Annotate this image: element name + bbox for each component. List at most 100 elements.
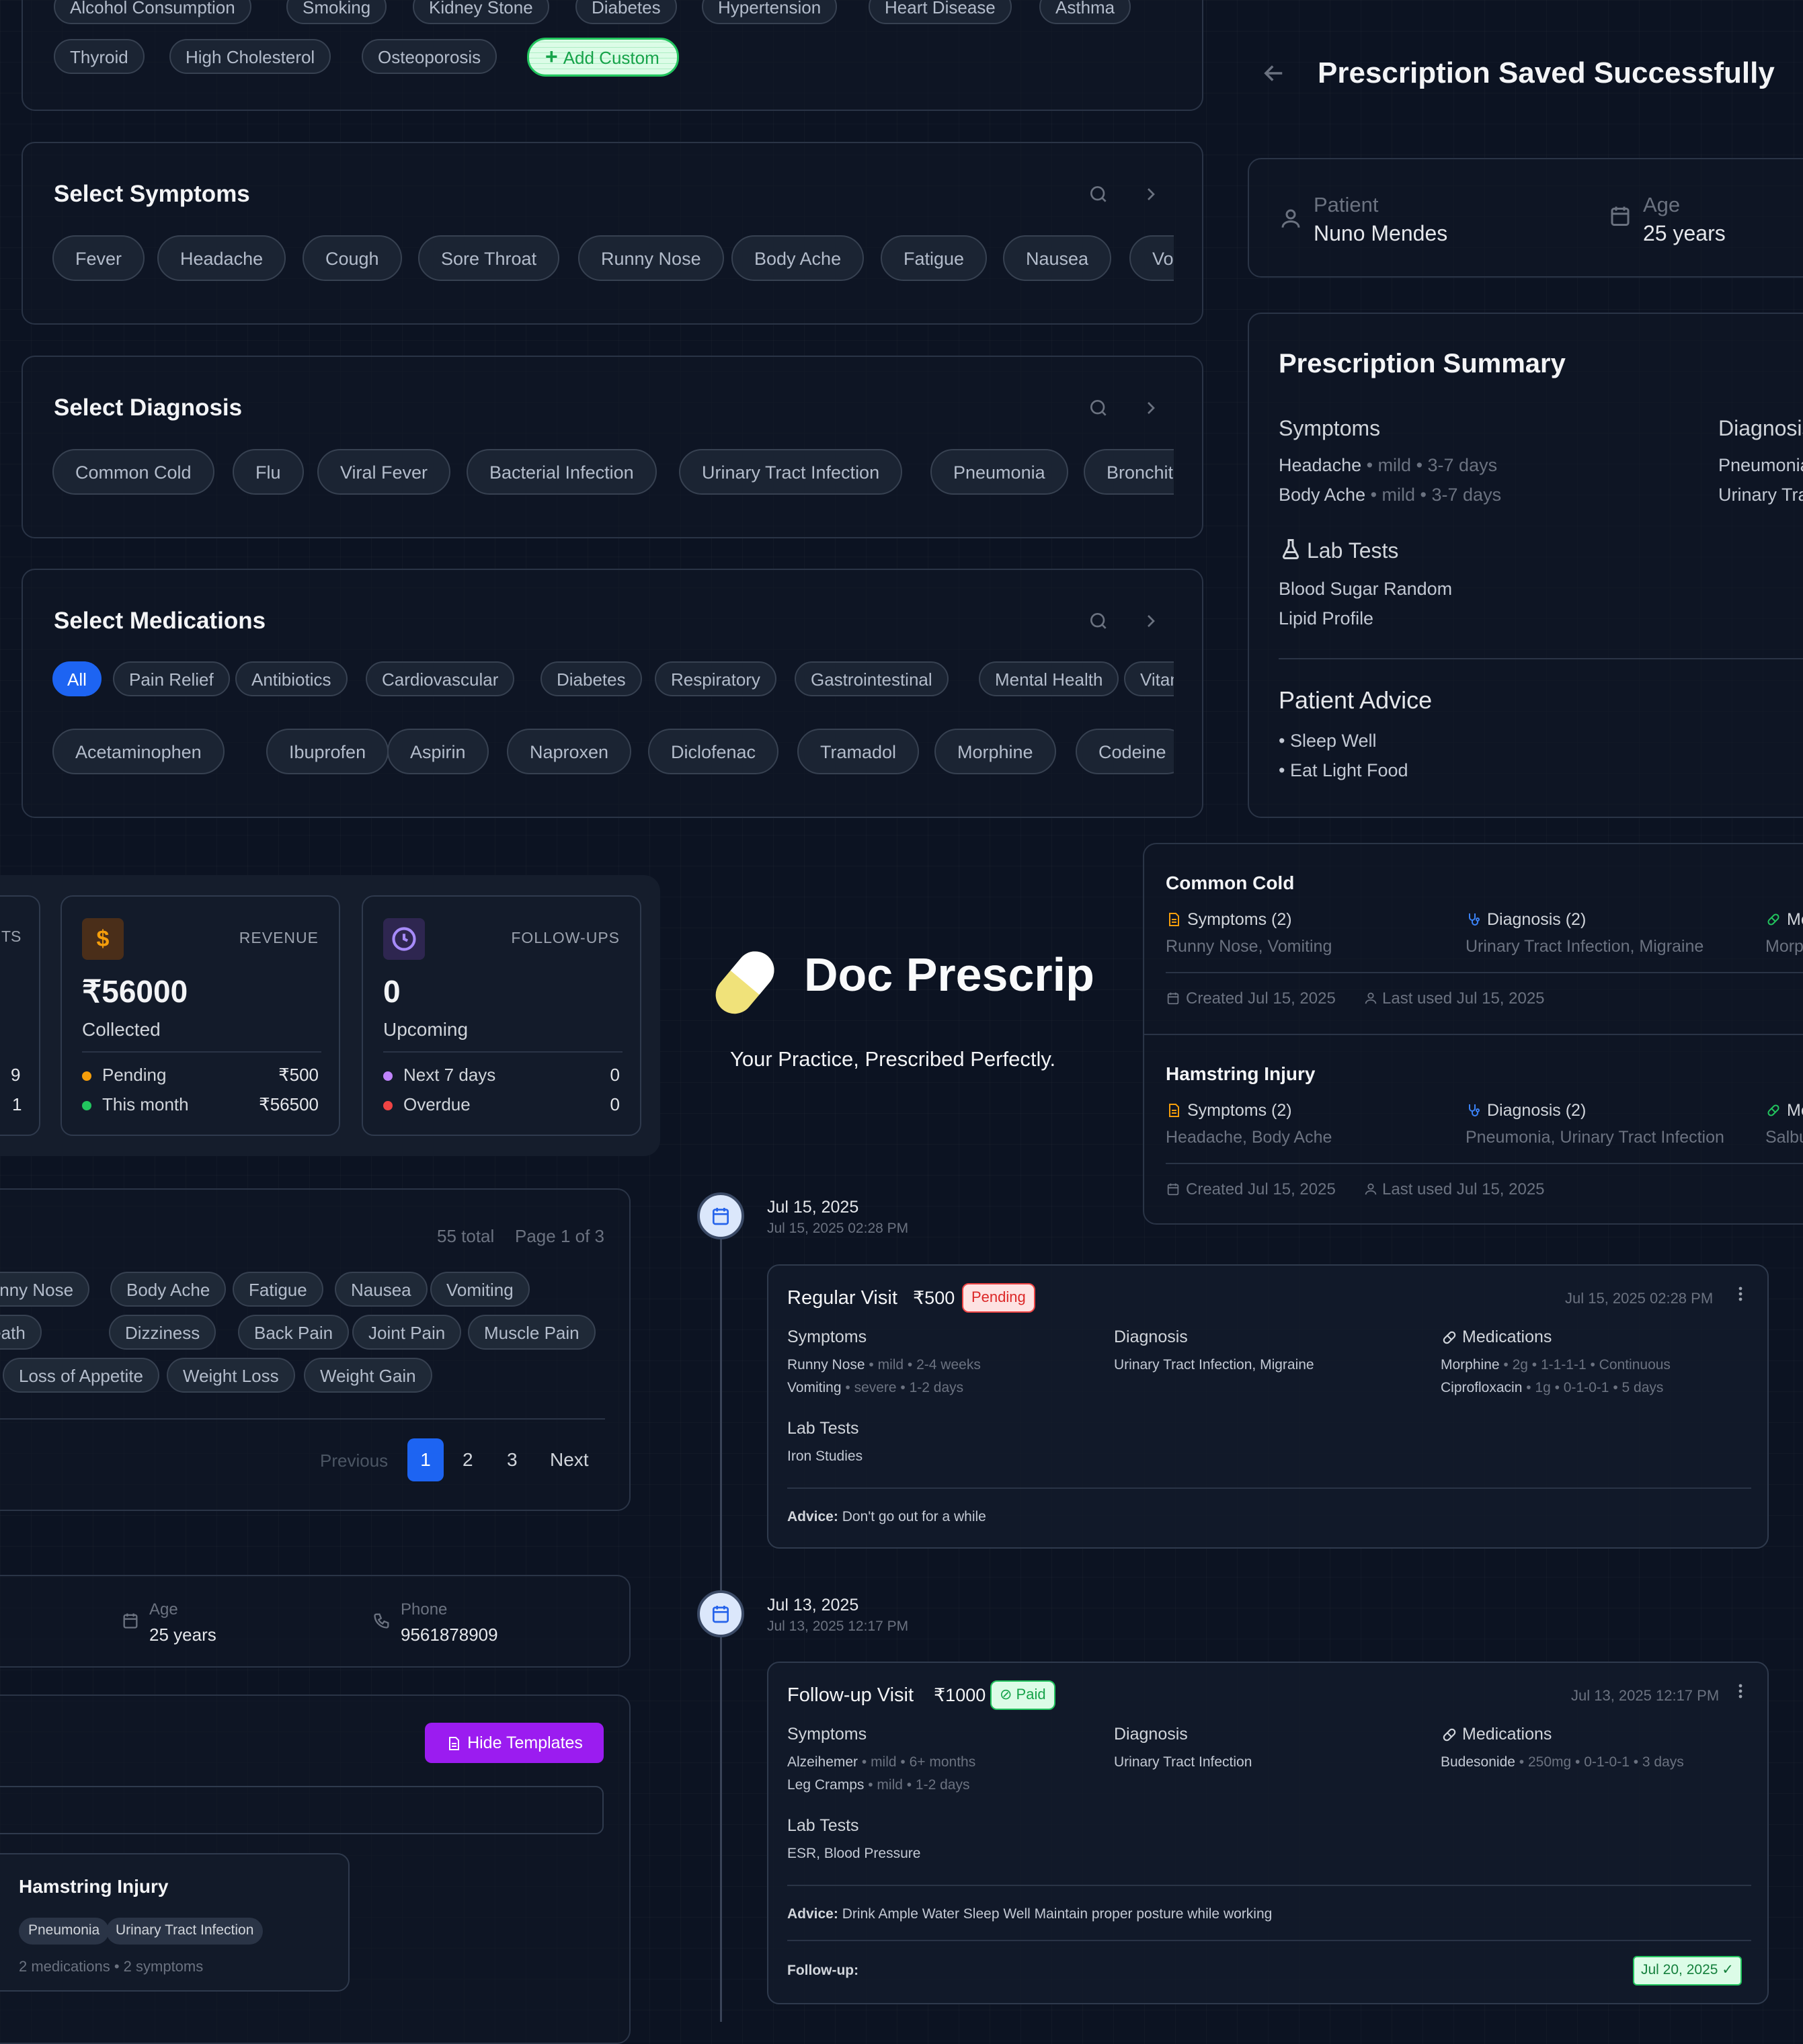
total-count: 55 total xyxy=(437,1226,495,1246)
medication-chip[interactable]: Morphine xyxy=(934,729,1056,774)
symptom-tag[interactable]: Back Pain xyxy=(238,1315,350,1350)
diagnosis-chip-row: Common Cold Flu Viral Fever Bacterial In… xyxy=(52,449,1174,497)
search-icon[interactable] xyxy=(1088,610,1109,632)
symptom-chip[interactable]: Fatigue xyxy=(881,235,988,281)
category-tab[interactable]: Vitamins xyxy=(1124,661,1174,696)
symptom-tag[interactable]: Muscle Pain xyxy=(468,1315,596,1350)
template-card[interactable]: Hamstring Injury Pneumonia Urinary Tract… xyxy=(0,1853,350,1992)
pager-next[interactable]: Next xyxy=(550,1449,589,1471)
symptom-tag[interactable]: Shortness of Breath xyxy=(0,1315,42,1350)
more-vertical-icon[interactable] xyxy=(1732,1682,1749,1701)
visit-lab-head: Lab Tests xyxy=(787,1419,859,1438)
symptom-tag[interactable]: Weight Gain xyxy=(304,1358,432,1393)
symptom-chip[interactable]: Nausea xyxy=(1003,235,1112,281)
patient-name: Nuno Mendes xyxy=(1314,221,1448,245)
category-tab[interactable]: Diabetes xyxy=(540,661,642,696)
add-custom-button[interactable]: + Add Custom xyxy=(527,38,679,77)
category-tab[interactable]: Gastrointestinal xyxy=(795,661,949,696)
diagnosis-chip[interactable]: Common Cold xyxy=(52,449,214,495)
pager-previous[interactable]: Previous xyxy=(320,1450,388,1471)
symptom-chip[interactable]: Runny Nose xyxy=(578,235,724,281)
template-search-input[interactable] xyxy=(0,1786,604,1834)
revenue-value: ₹56000 xyxy=(82,974,188,1009)
pager-page-2[interactable]: 2 xyxy=(463,1449,473,1471)
category-tab[interactable]: Cardiovascular xyxy=(366,661,515,696)
back-arrow-icon[interactable] xyxy=(1260,59,1288,87)
history-chip[interactable]: Heart Disease xyxy=(869,0,1012,24)
summary-diagnosis: Pneumonia xyxy=(1718,455,1803,475)
medication-chip[interactable]: Diclofenac xyxy=(648,729,779,774)
symptom-tag[interactable]: Nausea xyxy=(335,1272,428,1307)
flask-icon xyxy=(1279,537,1303,561)
symptom-tag[interactable]: Body Ache xyxy=(110,1272,227,1307)
revenue-label: REVENUE xyxy=(239,929,319,946)
category-tab[interactable]: Pain Relief xyxy=(113,661,230,696)
search-icon[interactable] xyxy=(1088,183,1109,205)
diagnosis-chip[interactable]: Flu xyxy=(233,449,304,495)
category-tab[interactable]: Mental Health xyxy=(979,661,1119,696)
next7-row: Next 7 days xyxy=(383,1065,495,1086)
chevron-right-icon[interactable] xyxy=(1140,397,1162,419)
chevron-right-icon[interactable] xyxy=(1140,610,1162,632)
pill-icon xyxy=(1765,1102,1781,1118)
search-icon[interactable] xyxy=(1088,397,1109,419)
chevron-right-icon[interactable] xyxy=(1140,183,1162,205)
medication-chip[interactable]: Tramadol xyxy=(797,729,920,774)
history-chip[interactable]: Hypertension xyxy=(702,0,838,24)
pager-page-1[interactable]: 1 xyxy=(407,1438,444,1481)
category-tab[interactable]: Antibiotics xyxy=(235,661,348,696)
history-chip[interactable]: High Cholesterol xyxy=(169,39,331,74)
diagnosis-chip[interactable]: Pneumonia xyxy=(930,449,1068,495)
visit-diagnosis: Urinary Tract Infection, Migraine xyxy=(1114,1357,1314,1373)
pill-icon xyxy=(1765,911,1781,928)
visit-amount: ₹500 xyxy=(913,1288,955,1308)
history-chip[interactable]: Diabetes xyxy=(575,0,677,24)
document-icon xyxy=(446,1735,462,1752)
revenue-sub: Collected xyxy=(82,1019,161,1040)
more-vertical-icon[interactable] xyxy=(1732,1284,1749,1303)
symptom-chip[interactable]: Fever xyxy=(52,235,145,281)
medication-chip[interactable]: Naproxen xyxy=(507,729,632,774)
symptom-tag[interactable]: Loss of Appetite xyxy=(3,1358,160,1393)
symptom-tag[interactable]: Vomiting xyxy=(430,1272,530,1307)
history-chip[interactable]: Alcohol Consumption xyxy=(54,0,251,24)
diagnosis-chip[interactable]: Bronchitis xyxy=(1084,449,1174,495)
symptom-chip-row: Fever Headache Cough Sore Throat Runny N… xyxy=(52,235,1174,284)
symptom-tag[interactable]: Weight Loss xyxy=(167,1358,295,1393)
symptom-tag[interactable]: Joint Pain xyxy=(352,1315,462,1350)
symptom-tag[interactable]: Dizziness xyxy=(109,1315,216,1350)
history-chip[interactable]: Thyroid xyxy=(54,39,145,74)
symptom-chip[interactable]: Headache xyxy=(157,235,286,281)
month-row: This month xyxy=(82,1094,189,1115)
medication-chip[interactable]: Aspirin xyxy=(387,729,489,774)
medication-chip[interactable]: Codeine xyxy=(1076,729,1174,774)
history-chip[interactable]: Asthma xyxy=(1039,0,1131,24)
medication-chip[interactable]: Acetaminophen xyxy=(52,729,225,774)
pager-page-3[interactable]: 3 xyxy=(507,1449,518,1471)
symptom-tag[interactable]: Runny Nose xyxy=(0,1272,90,1307)
overdue-row: Overdue xyxy=(383,1094,471,1115)
diagnosis-chip[interactable]: Bacterial Infection xyxy=(467,449,657,495)
symptom-chip[interactable]: Cough xyxy=(303,235,402,281)
symptom-chip[interactable]: Body Ache xyxy=(731,235,865,281)
visit-timestamp: Jul 15, 2025 02:28 PM xyxy=(1565,1290,1714,1307)
medication-chip[interactable]: Ibuprofen xyxy=(266,729,389,774)
symptom-chip[interactable]: Vo xyxy=(1129,235,1174,281)
hide-templates-button[interactable]: Hide Templates xyxy=(425,1723,604,1763)
divider xyxy=(383,1051,623,1053)
prescription-summary: Prescription Summary Symptoms Headache •… xyxy=(1248,313,1803,818)
template-diagnosis-head: Diagnosis (2) xyxy=(1487,910,1587,929)
symptom-chip[interactable]: Sore Throat xyxy=(418,235,560,281)
stat-value: 1 xyxy=(12,1094,22,1114)
overdue-value: 0 xyxy=(610,1094,620,1114)
category-tab-all[interactable]: All xyxy=(52,661,102,696)
history-chip[interactable]: Kidney Stone xyxy=(413,0,549,24)
diagnosis-chip[interactable]: Urinary Tract Infection xyxy=(679,449,903,495)
visit-med: Ciprofloxacin • 1g • 0-1-0-1 • 5 days xyxy=(1441,1380,1664,1395)
diagnosis-chip[interactable]: Viral Fever xyxy=(317,449,451,495)
history-chip[interactable]: Smoking xyxy=(286,0,387,24)
history-chip[interactable]: Osteoporosis xyxy=(362,39,497,74)
symptom-tag[interactable]: Fatigue xyxy=(233,1272,323,1307)
category-tab[interactable]: Respiratory xyxy=(655,661,776,696)
phone-icon xyxy=(372,1611,391,1630)
